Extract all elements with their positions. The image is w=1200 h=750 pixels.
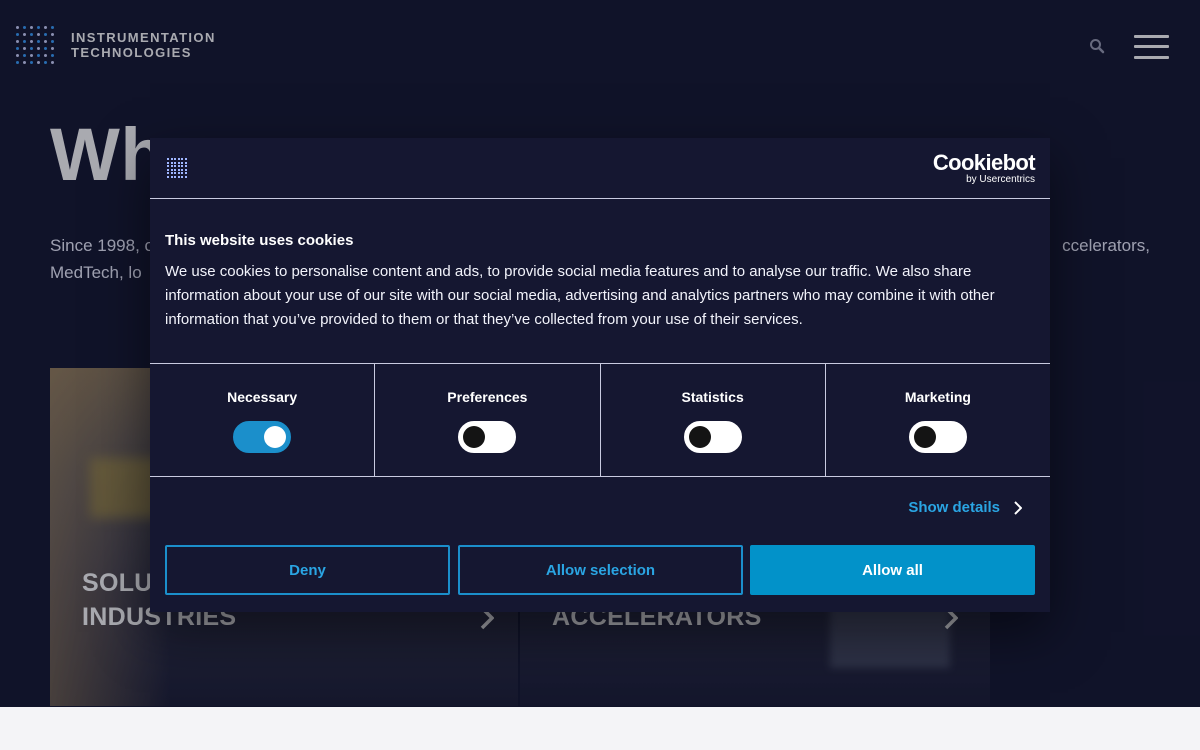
category-label: Statistics — [681, 389, 744, 405]
allow-all-button[interactable]: Allow all — [750, 545, 1035, 595]
category-preferences: Preferences — [375, 364, 601, 476]
deny-button[interactable]: Deny — [165, 545, 450, 595]
show-details-link[interactable]: Show details — [908, 499, 1022, 516]
show-details-label: Show details — [908, 499, 1000, 516]
consent-categories: Necessary Preferences Statistics Marketi… — [150, 363, 1050, 477]
category-statistics: Statistics — [601, 364, 826, 476]
category-label: Necessary — [227, 389, 298, 405]
cookie-consent-dialog: Cookiebot by Usercentrics This website u… — [150, 138, 1050, 612]
category-necessary: Necessary — [150, 364, 376, 476]
site-logo-small-icon — [167, 158, 187, 178]
marketing-toggle[interactable] — [908, 421, 967, 453]
cookiebot-brand: Cookiebot — [932, 150, 1036, 175]
preferences-toggle[interactable] — [458, 421, 517, 453]
chevron-right-icon — [1014, 500, 1022, 515]
page: INSTRUMENTATION TECHNOLOGIES Wh ogy Sinc… — [0, 0, 1200, 750]
dialog-body-text: We use cookies to personalise content an… — [165, 263, 995, 328]
page-bottom-section — [0, 707, 1200, 750]
dialog-title: This website uses cookies — [165, 232, 354, 249]
dialog-header: Cookiebot by Usercentrics — [150, 138, 1050, 199]
category-label: Marketing — [904, 389, 971, 405]
statistics-toggle[interactable] — [683, 421, 742, 453]
cookiebot-sub-brand: by Usercentrics — [966, 174, 1035, 185]
allow-selection-button[interactable]: Allow selection — [458, 545, 743, 595]
cookiebot-logo[interactable]: Cookiebot by Usercentrics — [932, 150, 1036, 186]
category-label: Preferences — [447, 389, 528, 405]
necessary-toggle[interactable] — [233, 421, 292, 453]
category-marketing: Marketing — [826, 364, 1050, 476]
